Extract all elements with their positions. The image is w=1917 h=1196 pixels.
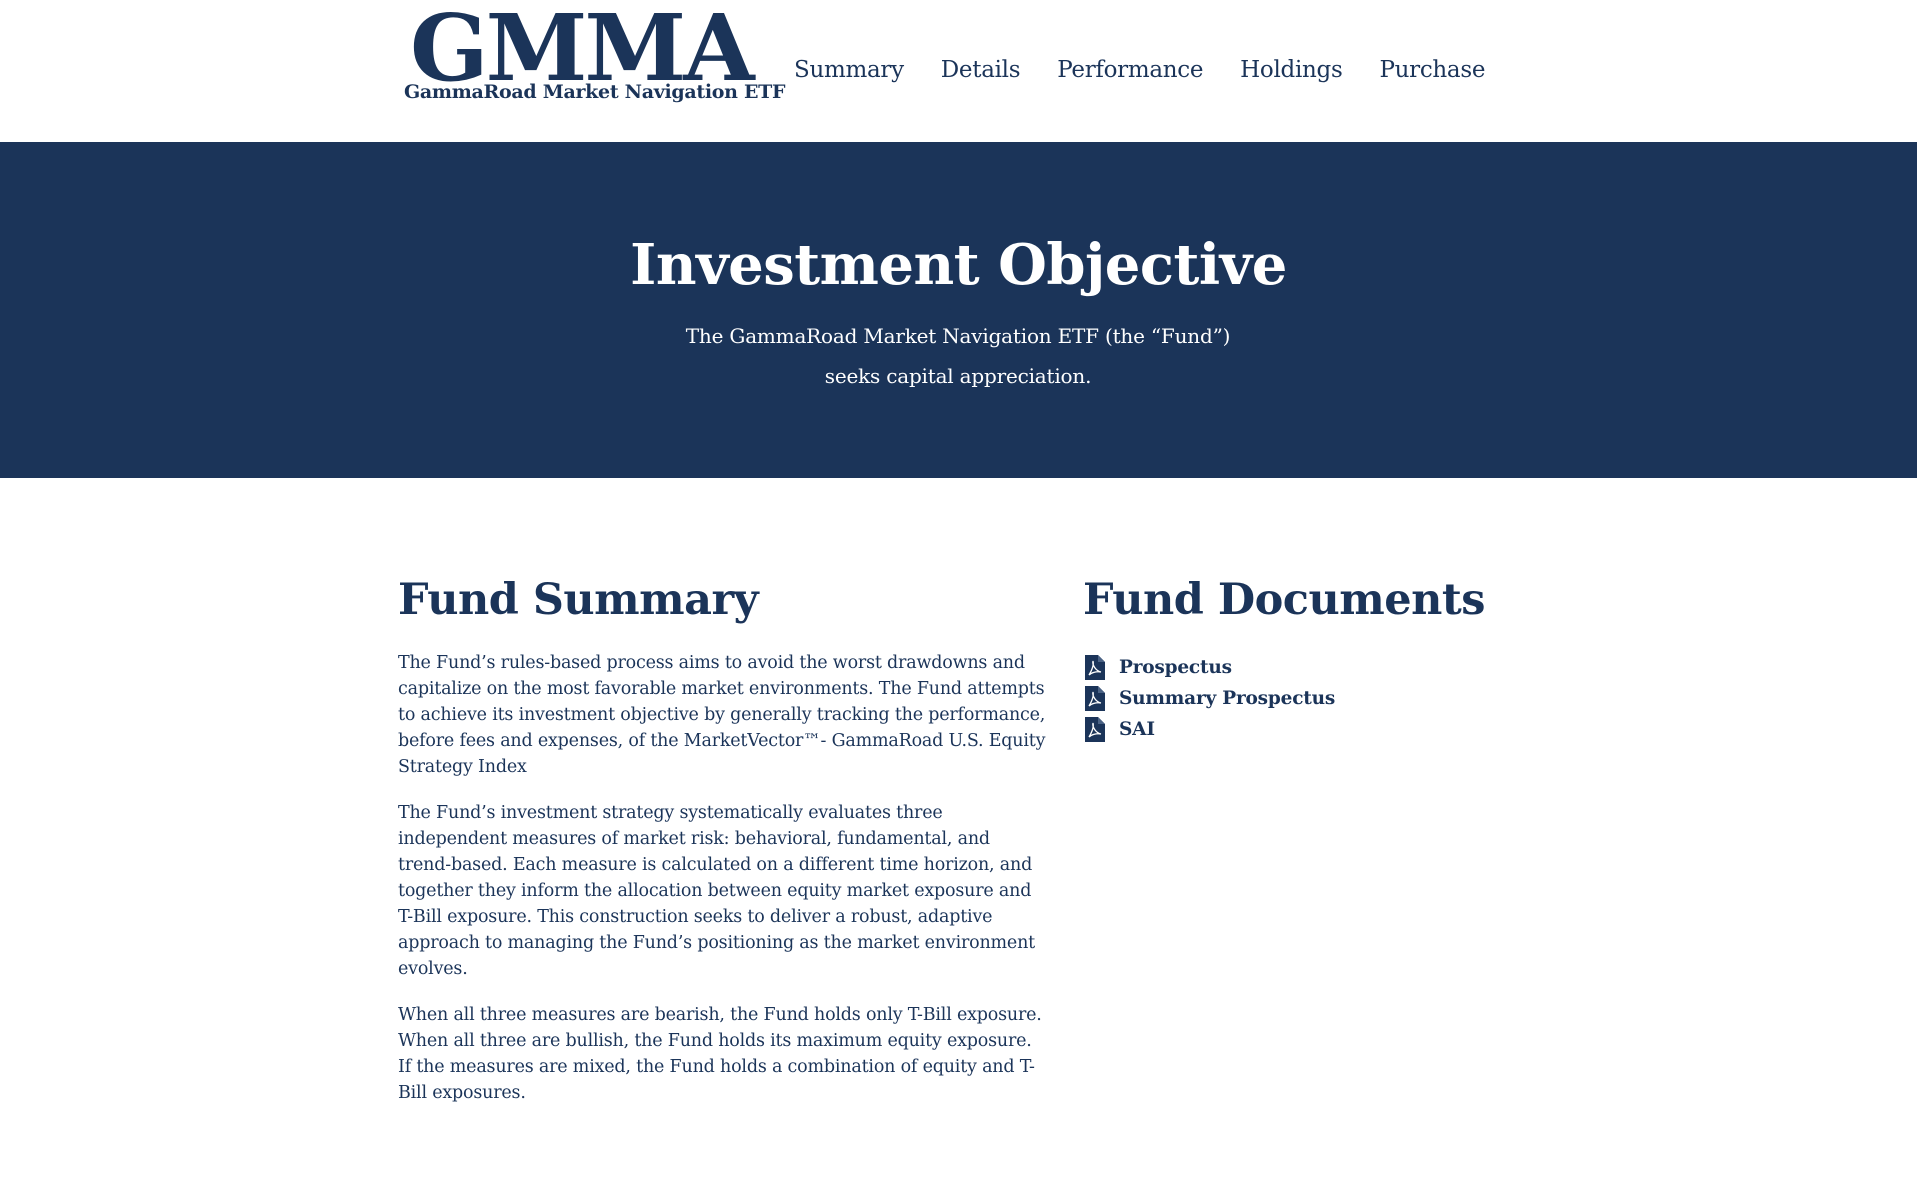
site-logo[interactable]: GMMA GammaRoad Market Navigation ETF: [402, 2, 785, 112]
logo-tagline: GammaRoad Market Navigation ETF: [404, 81, 786, 103]
fund-documents-section: Fund Documents Prospectus Summary Prospe…: [1083, 568, 1533, 745]
document-label: SAI: [1119, 719, 1155, 740]
nav-item-purchase[interactable]: Purchase: [1379, 54, 1485, 86]
document-label: Prospectus: [1119, 657, 1232, 678]
fund-summary-section: Fund Summary The Fund’s rules-based proc…: [398, 568, 1048, 1106]
document-label: Summary Prospectus: [1119, 688, 1336, 709]
pdf-icon: [1085, 717, 1105, 742]
pdf-icon: [1085, 686, 1105, 711]
fund-summary-paragraph: The Fund’s rules-based process aims to a…: [398, 653, 1046, 777]
document-link-prospectus[interactable]: Prospectus: [1083, 652, 1533, 683]
fund-summary-body: The Fund’s rules-based process aims to a…: [398, 650, 1048, 1106]
fund-summary-paragraph: The Fund’s investment strategy systemati…: [398, 803, 1035, 979]
nav-item-details[interactable]: Details: [941, 54, 1021, 86]
documents-list: Prospectus Summary Prospectus SAI: [1083, 652, 1533, 745]
nav-item-summary[interactable]: Summary: [794, 54, 904, 86]
document-link-summary-prospectus[interactable]: Summary Prospectus: [1083, 683, 1533, 714]
nav-item-holdings[interactable]: Holdings: [1240, 54, 1343, 86]
investment-objective-banner: Investment Objective The GammaRoad Marke…: [0, 142, 1917, 478]
main-nav: Summary Details Performance Holdings Pur…: [794, 54, 1522, 86]
pdf-icon: [1085, 655, 1105, 680]
fund-summary-paragraph: When all three measures are bearish, the…: [398, 1005, 1042, 1103]
site-header: GMMA GammaRoad Market Navigation ETF Sum…: [0, 0, 1917, 142]
document-link-sai[interactable]: SAI: [1083, 714, 1533, 745]
hero-title: Investment Objective: [630, 232, 1287, 298]
hero-text: The GammaRoad Market Navigation ETF (the…: [685, 324, 1231, 388]
nav-item-performance[interactable]: Performance: [1057, 54, 1203, 86]
fund-summary-title: Fund Summary: [398, 575, 759, 625]
fund-documents-title: Fund Documents: [1083, 575, 1485, 625]
